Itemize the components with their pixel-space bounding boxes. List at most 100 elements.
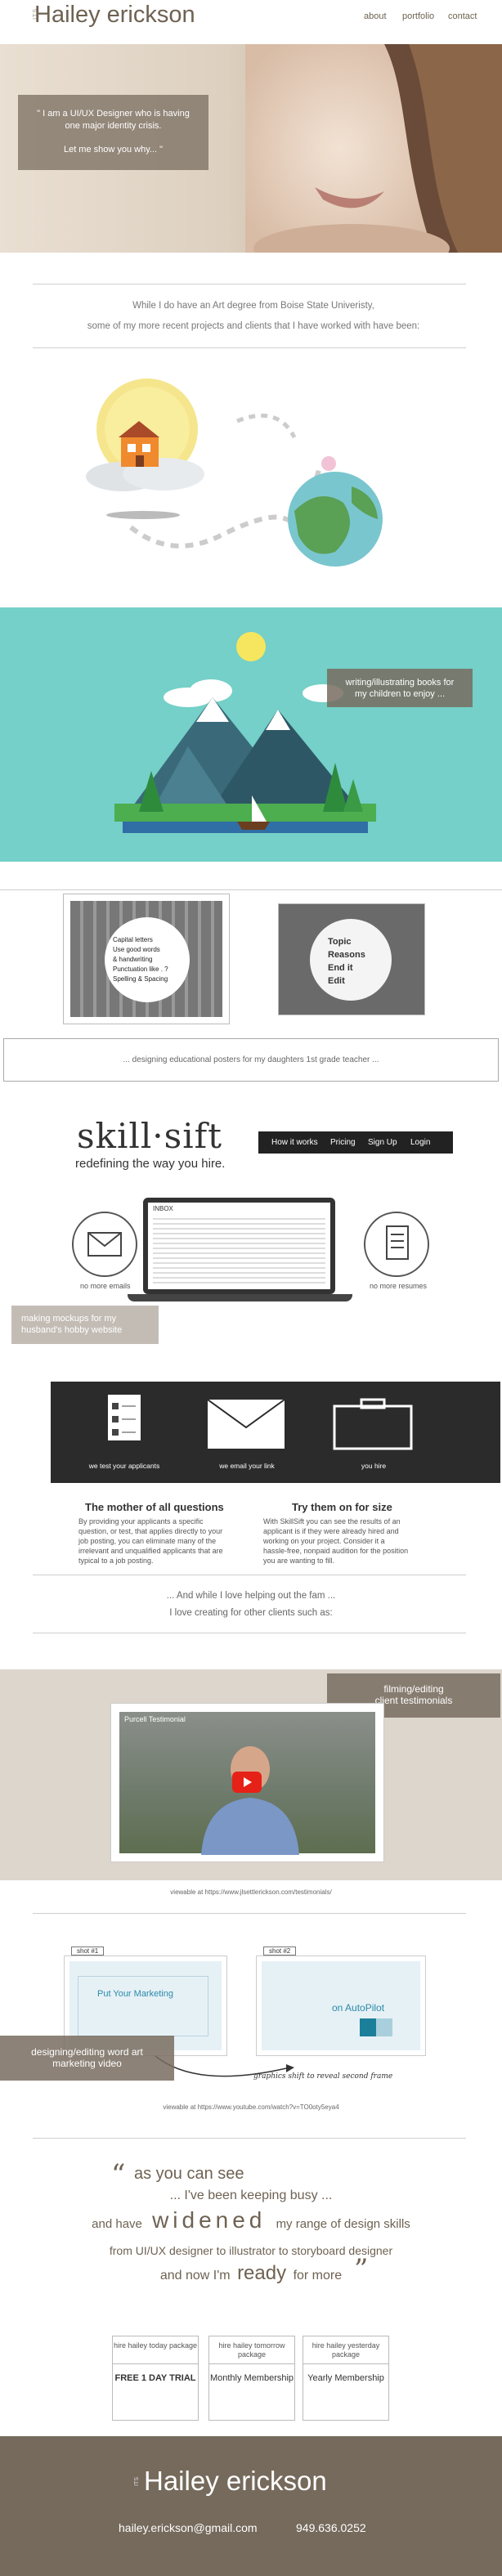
no-more-resumes: no more resumes (370, 1282, 428, 1290)
skillsift-nav-login[interactable]: Login (410, 1138, 430, 1147)
skillsift-nav-how[interactable]: How it works (271, 1138, 318, 1147)
busy-line3c: my range of design skills (276, 2217, 410, 2231)
divider (33, 1913, 466, 1914)
busy-line2: ... I've been keeping busy ... (169, 2188, 333, 2202)
motion-tag: designing/editing word art marketing vid… (0, 2036, 174, 2081)
shot2-frame: shot #2 on AutoPilot (256, 1947, 426, 2056)
poster-line: Topic (328, 937, 352, 947)
motion-tag-line1: designing/editing word art (31, 2046, 143, 2058)
poster-line: End it (328, 963, 353, 973)
pricing-card-today[interactable]: hire hailey today package FREE 1 DAY TRI… (112, 2336, 199, 2421)
hero-quote-line3: Let me show you why... " (63, 145, 164, 155)
open-quote-icon: “ (111, 2158, 126, 2191)
skillsift-nav-signup[interactable]: Sign Up (368, 1138, 397, 1147)
motion-tag-line2: marketing video (52, 2058, 122, 2069)
section-body: With SkillSift you can see the results o… (263, 1517, 409, 1565)
envelope-icon (87, 1232, 122, 1257)
poster-tree[interactable]: Topic Reasons End it Edit (278, 903, 425, 1015)
intro-line2: some of my more recent projects and clie… (87, 321, 420, 331)
skillsift-steps: we test your applicants we email your li… (51, 1382, 500, 1483)
pricing-top: hire hailey yesterday package (303, 2336, 388, 2364)
busy-line3: and have widened my range of design skil… (0, 2207, 502, 2233)
skillsift-tag: making mockups for my husband's hobby we… (11, 1306, 159, 1344)
laptop-base (128, 1294, 352, 1301)
close-quote-icon: ” (354, 2253, 369, 2286)
autopilot-text: on AutoPilot (332, 2002, 385, 2014)
footer: ITS Hailey erickson hailey.erickson@gmai… (0, 2436, 502, 2576)
divider (33, 347, 466, 348)
footer-email[interactable]: hailey.erickson@gmail.com (119, 2521, 258, 2534)
email-circle (72, 1212, 137, 1277)
play-icon (244, 1777, 252, 1787)
pricing-bottom: Monthly Membership (209, 2373, 294, 2383)
video-title: Purcell Testimonial (124, 1715, 186, 1723)
busy-line5c: for more (293, 2269, 343, 2283)
play-button[interactable] (232, 1772, 262, 1793)
video-caption[interactable]: viewable at https://www.jlsettlerickson.… (0, 1888, 502, 1896)
skillsift-logo: skill·sift (77, 1116, 223, 1156)
poster-line: Capital letters (113, 936, 153, 943)
poster-line: & handwriting (113, 956, 153, 963)
footer-logo-mark: ITS (134, 2477, 140, 2486)
busy-line1: as you can see (134, 2165, 244, 2183)
transition-text: ... And while I love helping out the fam… (0, 1588, 502, 1622)
resume-circle (364, 1212, 429, 1277)
divider (0, 889, 502, 890)
transition-line1: ... And while I love helping out the fam… (166, 1591, 336, 1601)
busy-line5: and now I'm ready for more (0, 2262, 502, 2285)
skillsift-nav: How it works Pricing Sign Up Login (258, 1131, 453, 1154)
shot2-label: shot #2 (263, 1947, 297, 1956)
mountain-illustration (114, 632, 376, 833)
skillsift-tag-line1: making mockups for my (21, 1314, 117, 1324)
laptop-screen: INBOX (143, 1198, 335, 1294)
step-email: we email your link (219, 1462, 275, 1470)
section-heading: Try them on for size (292, 1501, 392, 1513)
poster-cups[interactable]: Capital letters Use good words & handwri… (63, 894, 230, 1024)
house-globe-illustration (86, 379, 383, 567)
footer-name: Hailey erickson (144, 2466, 327, 2496)
resume-icon (386, 1225, 409, 1260)
inbox-list (153, 1218, 325, 1284)
posters-caption-box: ... designing educational posters for my… (3, 1038, 499, 1082)
books-tag: writing/illustrating books for my childr… (327, 669, 473, 707)
skillsift-nav-pricing[interactable]: Pricing (330, 1138, 356, 1147)
pricing-top: hire hailey today package (113, 2336, 198, 2364)
nav-portfolio[interactable]: portfolio (402, 11, 434, 21)
poster-line: Reasons (328, 950, 365, 960)
site-logo[interactable]: Hailey erickson (34, 2, 195, 29)
presenter-figure (201, 1746, 299, 1855)
busy-ready: ready (237, 2262, 287, 2284)
nav-about[interactable]: about (364, 11, 387, 21)
nav-contact[interactable]: contact (448, 11, 477, 21)
envelope-icon (207, 1399, 285, 1449)
transition-line2: I love creating for other clients such a… (169, 1608, 333, 1618)
books-tag-line1: writing/illustrating books for (345, 678, 455, 688)
pricing-card-tomorrow[interactable]: hire hailey tomorrow package Monthly Mem… (208, 2336, 295, 2421)
poster-line: Spelling & Spacing (113, 975, 168, 983)
video-card: Purcell Testimonial (110, 1703, 384, 1862)
step-test: we test your applicants (88, 1462, 160, 1470)
pricing-card-yesterday[interactable]: hire hailey yesterday package Yearly Mem… (303, 2336, 389, 2421)
books-panel (0, 607, 502, 862)
poster-line: Punctuation like . ? (113, 965, 168, 973)
poster-line: Edit (328, 976, 345, 986)
video-player[interactable]: Purcell Testimonial (119, 1712, 375, 1855)
intro-text: While I do have an Art degree from Boise… (33, 296, 474, 337)
motion-caption[interactable]: viewable at https://www.youtube.com/watc… (0, 2103, 502, 2111)
books-tag-line2: my children to enjoy ... (354, 689, 446, 699)
footer-phone[interactable]: 949.636.0252 (296, 2521, 366, 2534)
busy-line4: from UI/UX designer to illustrator to st… (109, 2244, 393, 2257)
busy-line5a: and now I'm (159, 2269, 231, 2283)
inbox-label: INBOX (153, 1205, 173, 1212)
step-hire: you hire (361, 1462, 387, 1470)
divider (33, 2138, 466, 2139)
section-heading: The mother of all questions (85, 1501, 224, 1513)
shot1-label: shot #1 (71, 1947, 105, 1956)
intro-line1: While I do have an Art degree from Boise… (132, 301, 374, 311)
busy-widened: widened (152, 2207, 267, 2233)
briefcase-icon (333, 1398, 413, 1450)
skillsift-tag-line2: husband's hobby website (21, 1325, 123, 1335)
hero-quote-line2: one major identity crisis. (65, 121, 162, 131)
hero-quote: " I am a UI/UX Designer who is having on… (18, 95, 208, 170)
posters-caption: ... designing educational posters for my… (123, 1055, 379, 1064)
